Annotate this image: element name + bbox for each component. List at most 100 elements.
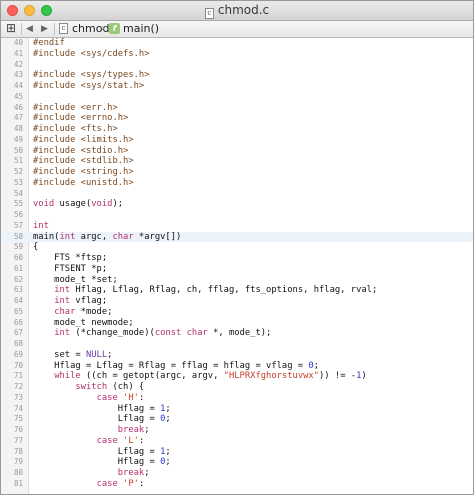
breadcrumb-function[interactable]: main() — [123, 22, 159, 36]
code-line[interactable]: 55 void usage(void); — [1, 199, 473, 210]
code-line[interactable]: 63 int Hflag, Lflag, Rflag, ch, fflag, f… — [1, 285, 473, 296]
line-source: #include <limits.h> — [33, 135, 134, 146]
title-bar[interactable]: c chmod.c — [1, 1, 473, 21]
code-line[interactable]: 61 FTSENT *p; — [1, 264, 473, 275]
code-line[interactable]: 67 int (*change_mode)(const char *, mode… — [1, 328, 473, 339]
code-line[interactable]: 81 case 'P': — [1, 479, 473, 490]
code-line[interactable]: 40 #endif — [1, 38, 473, 49]
line-source: break; — [33, 425, 150, 436]
code-token: 'L' — [123, 435, 139, 446]
code-token: : — [138, 392, 145, 403]
code-token: #include <errno.h> — [33, 113, 129, 124]
code-line[interactable]: 50 #include <stdio.h> — [1, 146, 473, 157]
code-token: *mode; — [75, 306, 113, 317]
code-line[interactable]: 66 mode_t newmode; — [1, 318, 473, 329]
line-number: 58 — [13, 231, 23, 241]
line-number: 68 — [13, 339, 23, 348]
code-token: ; — [165, 457, 171, 468]
code-token: { — [33, 242, 39, 253]
code-line[interactable]: 58 main(int argc, char *argv[]) — [1, 231, 473, 243]
code-line[interactable]: 80 break; — [1, 468, 473, 479]
code-line[interactable]: 77 case 'L': — [1, 436, 473, 447]
line-source: switch (ch) { — [33, 382, 144, 393]
code-line[interactable]: 41 #include <sys/cdefs.h> — [1, 49, 473, 60]
breadcrumb-chevron-icon: › — [101, 23, 105, 34]
code-line[interactable]: 74 Hflag = 1; — [1, 404, 473, 415]
code-token: mode_t newmode; — [33, 317, 134, 328]
code-token: mode_t *set; — [33, 274, 118, 285]
code-token: set = — [33, 349, 86, 360]
code-token: *argv[]) — [133, 231, 182, 242]
line-number: 76 — [13, 425, 23, 434]
code-line[interactable]: 76 break; — [1, 425, 473, 436]
code-line[interactable]: 78 Lflag = 1; — [1, 447, 473, 458]
code-token: #include <stdio.h> — [33, 145, 129, 156]
code-token: )) != - — [319, 371, 357, 382]
related-files-grid-icon[interactable]: ⊞ — [6, 22, 17, 34]
code-line[interactable]: 70 Hflag = Lflag = Rflag = fflag = hflag… — [1, 361, 473, 372]
line-source: FTSENT *p; — [33, 264, 107, 275]
code-line[interactable]: 60 FTS *ftsp; — [1, 253, 473, 264]
editor-window: c chmod.c ⊞ ◀ ▶ c chmod.c › f main() 40 #e… — [0, 0, 474, 495]
line-number: 56 — [13, 210, 23, 219]
code-line[interactable]: 72 switch (ch) { — [1, 382, 473, 393]
code-token: ; — [165, 403, 171, 414]
code-line[interactable]: 68 — [1, 339, 473, 350]
line-source: break; — [33, 468, 150, 479]
code-token: #include <sys/stat.h> — [33, 81, 145, 91]
c-source-file-icon: c — [204, 8, 214, 19]
code-token: 'P' — [123, 478, 139, 489]
code-line[interactable]: 57 int — [1, 221, 473, 232]
jump-bar-divider — [54, 23, 55, 35]
code-line[interactable]: 43 #include <sys/types.h> — [1, 70, 473, 81]
code-token: case — [96, 478, 118, 489]
code-token: ; — [144, 425, 150, 435]
code-line[interactable]: 51 #include <stdlib.h> — [1, 156, 473, 167]
forward-button[interactable]: ▶ — [41, 22, 48, 36]
line-source: main(int argc, char *argv[]) — [33, 232, 181, 243]
code-line[interactable]: 49 #include <limits.h> — [1, 135, 473, 146]
code-line[interactable]: 46 #include <err.h> — [1, 103, 473, 114]
code-token: : — [138, 478, 145, 489]
code-editor[interactable]: 40 #endif 41 #include <sys/cdefs.h> 42 43 #inc… — [1, 38, 473, 494]
code-token: #include <string.h> — [33, 167, 134, 177]
back-button[interactable]: ◀ — [26, 22, 33, 36]
code-token: #include <fts.h> — [33, 124, 118, 134]
code-line[interactable]: 62 mode_t *set; — [1, 275, 473, 286]
line-number: 78 — [13, 446, 23, 456]
code-line[interactable]: 56 — [1, 210, 473, 221]
line-source: case 'H': — [33, 392, 145, 404]
code-token: const char — [154, 328, 208, 339]
code-line[interactable]: 48 #include <fts.h> — [1, 124, 473, 135]
code-line[interactable]: 65 char *mode; — [1, 307, 473, 318]
line-source: mode_t *set; — [33, 275, 118, 286]
code-line[interactable]: 47 #include <errno.h> — [1, 113, 473, 124]
code-line[interactable]: 42 — [1, 60, 473, 71]
code-line[interactable]: 45 — [1, 92, 473, 103]
code-line[interactable]: 54 — [1, 189, 473, 200]
code-line[interactable]: 64 int vflag; — [1, 296, 473, 307]
code-line[interactable]: 75 Lflag = 0; — [1, 414, 473, 425]
line-number: 77 — [13, 435, 23, 445]
code-line[interactable]: 79 Hflag = 0; — [1, 457, 473, 468]
code-token: Hflag = Lflag = Rflag = fflag = hflag = … — [33, 360, 309, 371]
code-line[interactable]: 69 set = NULL; — [1, 350, 473, 361]
line-number: 73 — [13, 392, 23, 402]
line-number: 63 — [13, 285, 23, 295]
code-line[interactable]: 71 while ((ch = getopt(argc, argv, "HLPR… — [1, 371, 473, 382]
line-source: Lflag = 1; — [33, 447, 171, 458]
code-token: #include <err.h> — [33, 102, 118, 113]
line-number: 70 — [13, 360, 23, 370]
line-source: FTS *ftsp; — [33, 253, 107, 264]
code-line[interactable]: 73 case 'H': — [1, 393, 473, 404]
code-line[interactable]: 44 #include <sys/stat.h> — [1, 81, 473, 92]
line-number: 41 — [13, 48, 23, 58]
code-line[interactable]: 52 #include <string.h> — [1, 167, 473, 178]
line-number: 69 — [13, 349, 23, 359]
code-line[interactable]: 59 { — [1, 242, 473, 253]
code-line[interactable]: 53 #include <unistd.h> — [1, 178, 473, 189]
code-token: case — [96, 392, 118, 403]
